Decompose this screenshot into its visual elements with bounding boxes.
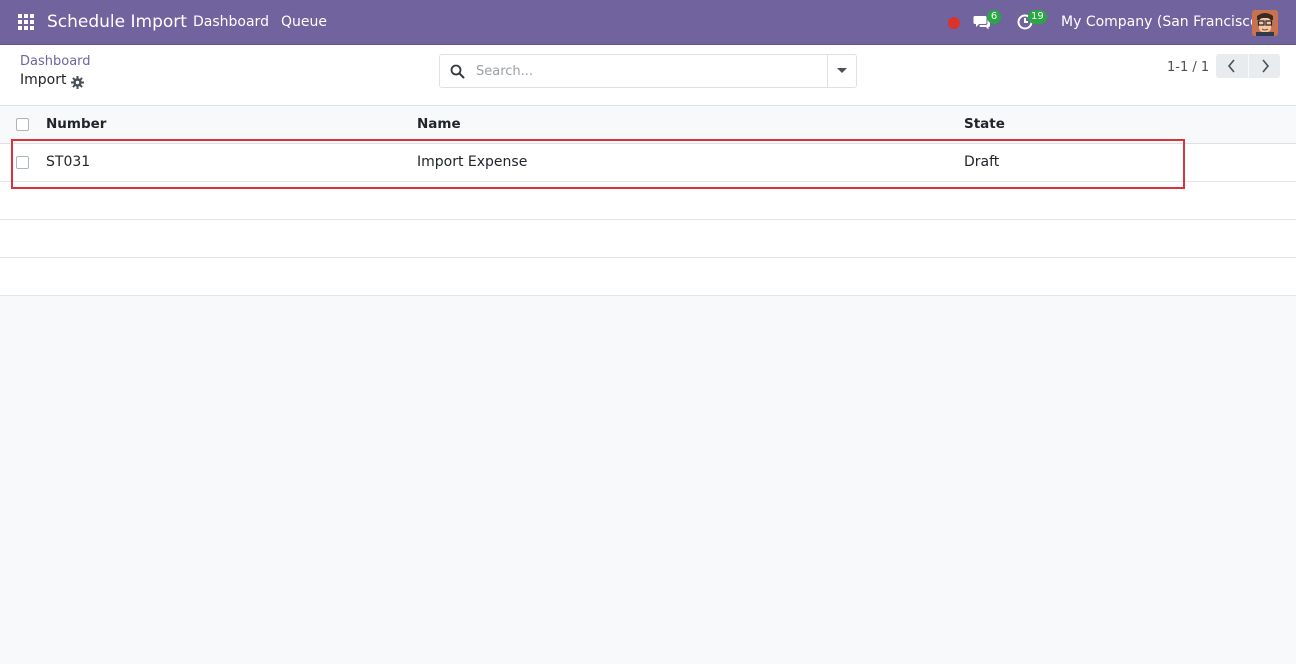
user-avatar[interactable]: [1252, 10, 1278, 36]
pager-previous-button[interactable]: [1216, 54, 1248, 78]
list-view: Number Name State ST031 Import Expense D…: [0, 106, 1296, 296]
row-checkbox[interactable]: [16, 156, 29, 169]
search-icon: [450, 64, 465, 79]
column-header-state[interactable]: State: [964, 116, 1005, 133]
column-header-number[interactable]: Number: [46, 116, 106, 133]
cell-state: Draft: [964, 154, 1000, 170]
table-row[interactable]: ST031 Import Expense Draft: [0, 144, 1296, 182]
menu-item-dashboard[interactable]: Dashboard: [193, 14, 269, 31]
gear-icon[interactable]: [71, 74, 84, 89]
search-input[interactable]: [476, 59, 826, 83]
column-header-name[interactable]: Name: [417, 116, 461, 133]
cell-number: ST031: [46, 154, 91, 170]
pager-value[interactable]: 1-1 / 1: [1167, 60, 1209, 76]
cell-name: Import Expense: [417, 154, 528, 170]
caret-down-icon: [837, 68, 847, 73]
top-navbar: Schedule Import Dashboard Queue 6 19 My …: [0, 0, 1296, 45]
breadcrumb-current: Import: [20, 72, 67, 88]
company-switcher[interactable]: My Company (San Francisco): [1061, 14, 1264, 31]
pager-next-button[interactable]: [1248, 54, 1280, 78]
chevron-left-icon: [1227, 59, 1235, 73]
select-all-checkbox[interactable]: [16, 118, 29, 131]
empty-row: [0, 182, 1296, 220]
search-options-toggle[interactable]: [827, 55, 856, 87]
messages-count-badge: 6: [987, 10, 1001, 24]
apps-grid-icon[interactable]: [18, 14, 35, 31]
breadcrumb-dashboard-link[interactable]: Dashboard: [20, 54, 91, 70]
chevron-right-icon: [1262, 59, 1270, 73]
activities-count-badge: 19: [1028, 10, 1047, 24]
empty-row: [0, 258, 1296, 296]
record-dot-icon[interactable]: [948, 17, 960, 29]
table-header: Number Name State: [0, 106, 1296, 144]
search-bar: [439, 54, 857, 88]
empty-row: [0, 220, 1296, 258]
app-title[interactable]: Schedule Import: [47, 12, 187, 32]
menu-item-queue[interactable]: Queue: [281, 14, 327, 31]
control-panel: Dashboard Import 1-1 / 1: [0, 45, 1296, 106]
